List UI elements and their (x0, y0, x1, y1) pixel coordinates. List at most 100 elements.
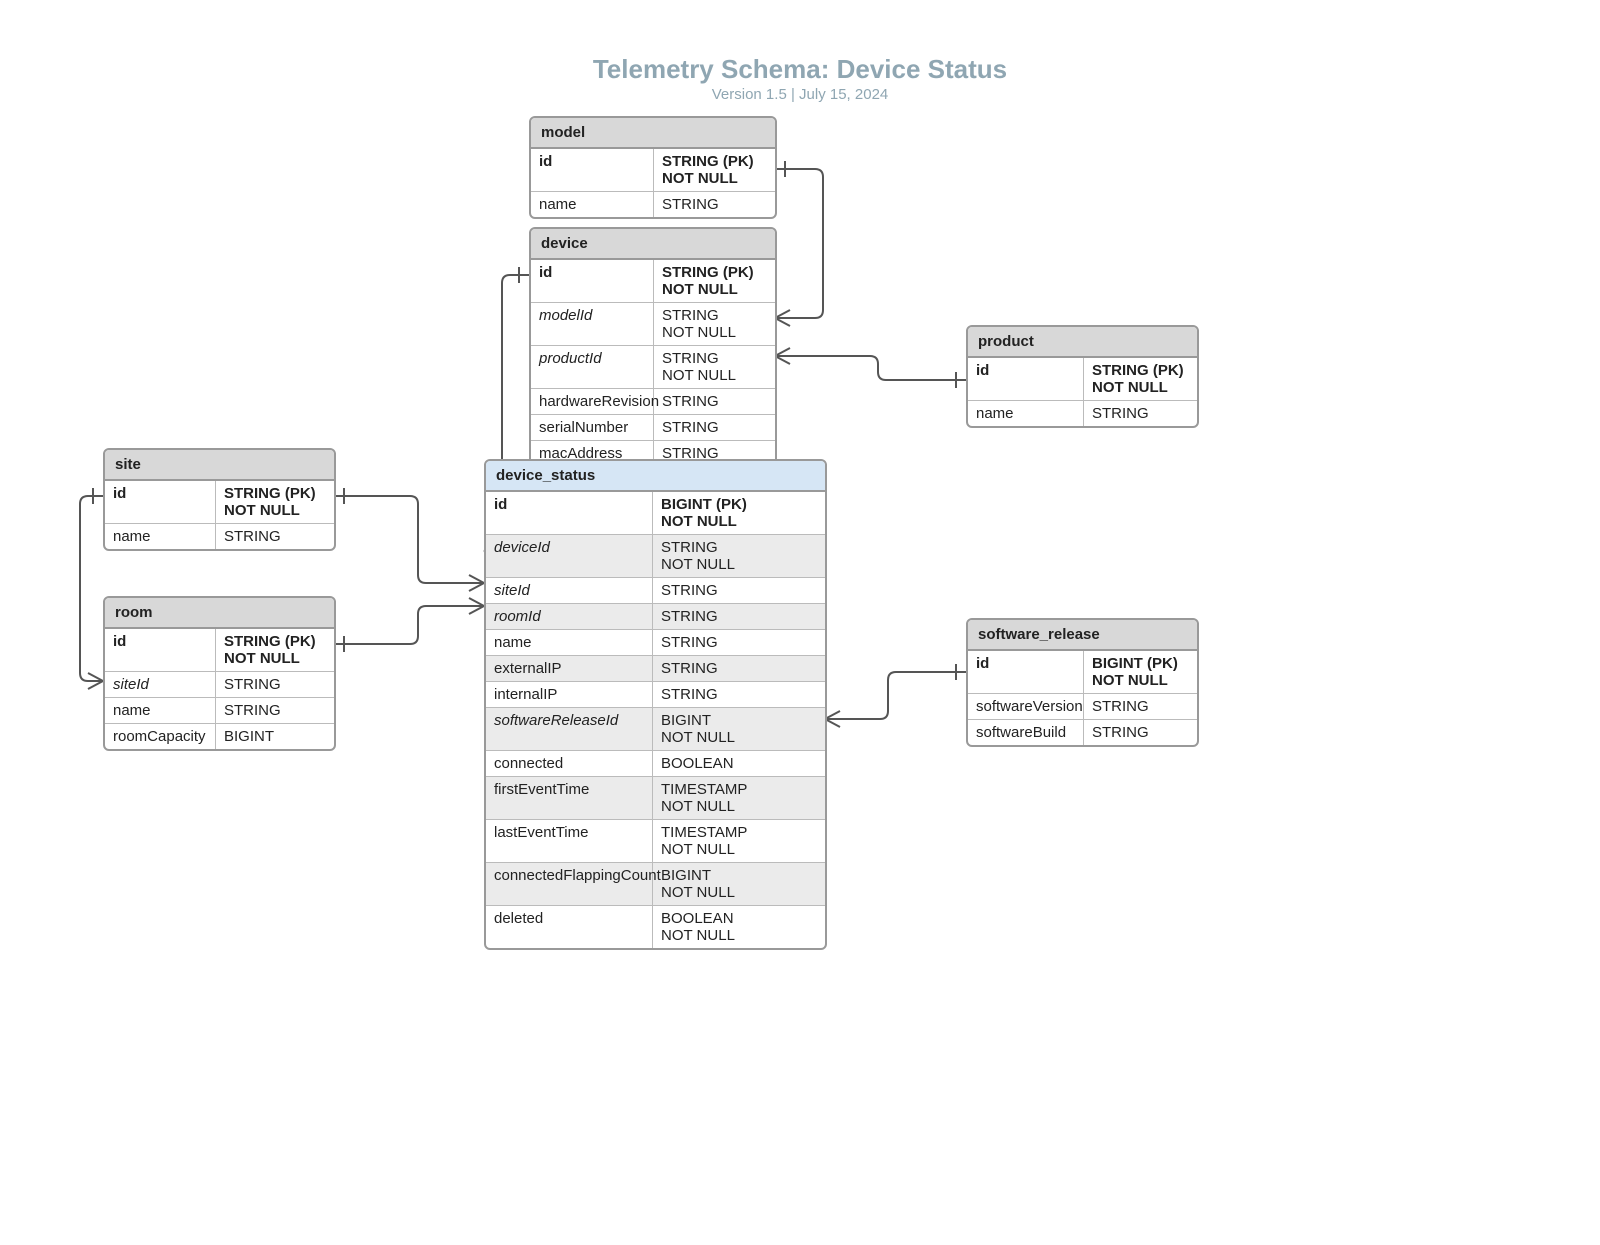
column-type: STRING NOT NULL (654, 346, 775, 388)
entity-site: site idSTRING (PK) NOT NULLnameSTRING (103, 448, 336, 551)
column-row: roomCapacityBIGINT (105, 723, 334, 749)
column-name: siteId (486, 578, 653, 603)
column-row: idSTRING (PK) NOT NULL (531, 260, 775, 302)
entity-software-release: software_release idBIGINT (PK) NOT NULLs… (966, 618, 1199, 747)
column-row: serialNumberSTRING (531, 414, 775, 440)
column-type: STRING (653, 656, 825, 681)
column-type: STRING (654, 192, 775, 217)
column-row: productIdSTRING NOT NULL (531, 345, 775, 388)
column-name: softwareVersion (968, 694, 1084, 719)
column-name: id (531, 260, 654, 302)
column-type: STRING (PK) NOT NULL (654, 149, 775, 191)
entity-header: room (105, 598, 334, 629)
column-row: nameSTRING (486, 629, 825, 655)
column-row: idSTRING (PK) NOT NULL (531, 149, 775, 191)
column-type: BIGINT NOT NULL (653, 708, 825, 750)
column-type: BIGINT (PK) NOT NULL (653, 492, 825, 534)
column-name: modelId (531, 303, 654, 345)
column-row: modelIdSTRING NOT NULL (531, 302, 775, 345)
column-type: STRING (1084, 401, 1197, 426)
column-type: STRING (216, 524, 334, 549)
entity-product: product idSTRING (PK) NOT NULLnameSTRING (966, 325, 1199, 428)
entity-device-status: device_status idBIGINT (PK) NOT NULLdevi… (484, 459, 827, 950)
column-name: id (968, 651, 1084, 693)
column-row: idSTRING (PK) NOT NULL (105, 481, 334, 523)
column-type: STRING (216, 672, 334, 697)
column-name: id (531, 149, 654, 191)
column-row: connectedFlappingCountBIGINT NOT NULL (486, 862, 825, 905)
column-row: connectedBOOLEAN (486, 750, 825, 776)
column-name: name (105, 524, 216, 549)
diagram-title: Telemetry Schema: Device Status (0, 54, 1600, 85)
column-type: STRING (PK) NOT NULL (654, 260, 775, 302)
column-row: idBIGINT (PK) NOT NULL (486, 492, 825, 534)
column-name: softwareReleaseId (486, 708, 653, 750)
column-name: id (486, 492, 653, 534)
column-type: STRING (PK) NOT NULL (216, 629, 334, 671)
column-type: STRING (654, 415, 775, 440)
column-type: BIGINT (216, 724, 334, 749)
column-row: siteIdSTRING (486, 577, 825, 603)
column-name: name (968, 401, 1084, 426)
column-row: softwareVersionSTRING (968, 693, 1197, 719)
column-type: STRING (653, 630, 825, 655)
column-name: roomCapacity (105, 724, 216, 749)
column-row: nameSTRING (968, 400, 1197, 426)
entity-device: device idSTRING (PK) NOT NULLmodelIdSTRI… (529, 227, 777, 468)
column-name: serialNumber (531, 415, 654, 440)
column-row: idSTRING (PK) NOT NULL (968, 358, 1197, 400)
column-row: roomIdSTRING (486, 603, 825, 629)
column-row: idSTRING (PK) NOT NULL (105, 629, 334, 671)
entity-header: device (531, 229, 775, 260)
entity-room: room idSTRING (PK) NOT NULLsiteIdSTRINGn… (103, 596, 336, 751)
column-row: nameSTRING (105, 697, 334, 723)
column-row: nameSTRING (105, 523, 334, 549)
column-name: name (486, 630, 653, 655)
column-name: deleted (486, 906, 653, 948)
entity-header: site (105, 450, 334, 481)
column-row: externalIPSTRING (486, 655, 825, 681)
column-name: siteId (105, 672, 216, 697)
column-type: STRING NOT NULL (653, 535, 825, 577)
column-type: STRING (654, 389, 775, 414)
column-row: internalIPSTRING (486, 681, 825, 707)
column-name: id (968, 358, 1084, 400)
column-name: name (105, 698, 216, 723)
column-name: lastEventTime (486, 820, 653, 862)
column-row: softwareReleaseIdBIGINT NOT NULL (486, 707, 825, 750)
column-type: BOOLEAN (653, 751, 825, 776)
column-row: softwareBuildSTRING (968, 719, 1197, 745)
column-type: STRING (PK) NOT NULL (216, 481, 334, 523)
column-name: name (531, 192, 654, 217)
column-name: firstEventTime (486, 777, 653, 819)
column-name: roomId (486, 604, 653, 629)
column-type: STRING (216, 698, 334, 723)
entity-header: model (531, 118, 775, 149)
entity-header: device_status (486, 461, 825, 492)
column-type: BOOLEAN NOT NULL (653, 906, 825, 948)
column-type: STRING (653, 682, 825, 707)
column-name: deviceId (486, 535, 653, 577)
column-row: firstEventTimeTIMESTAMP NOT NULL (486, 776, 825, 819)
column-type: BIGINT NOT NULL (653, 863, 825, 905)
column-type: BIGINT (PK) NOT NULL (1084, 651, 1197, 693)
column-row: idBIGINT (PK) NOT NULL (968, 651, 1197, 693)
column-type: STRING (653, 578, 825, 603)
column-name: id (105, 629, 216, 671)
column-type: TIMESTAMP NOT NULL (653, 820, 825, 862)
column-row: lastEventTimeTIMESTAMP NOT NULL (486, 819, 825, 862)
column-name: productId (531, 346, 654, 388)
column-type: STRING NOT NULL (654, 303, 775, 345)
column-name: connected (486, 751, 653, 776)
entity-header: software_release (968, 620, 1197, 651)
diagram-subtitle: Version 1.5 | July 15, 2024 (0, 86, 1600, 103)
column-name: internalIP (486, 682, 653, 707)
column-name: externalIP (486, 656, 653, 681)
column-name: hardwareRevision (531, 389, 654, 414)
column-type: STRING (1084, 694, 1197, 719)
entity-model: model idSTRING (PK) NOT NULLnameSTRING (529, 116, 777, 219)
column-row: deletedBOOLEAN NOT NULL (486, 905, 825, 948)
column-type: STRING (653, 604, 825, 629)
column-name: id (105, 481, 216, 523)
column-row: hardwareRevisionSTRING (531, 388, 775, 414)
